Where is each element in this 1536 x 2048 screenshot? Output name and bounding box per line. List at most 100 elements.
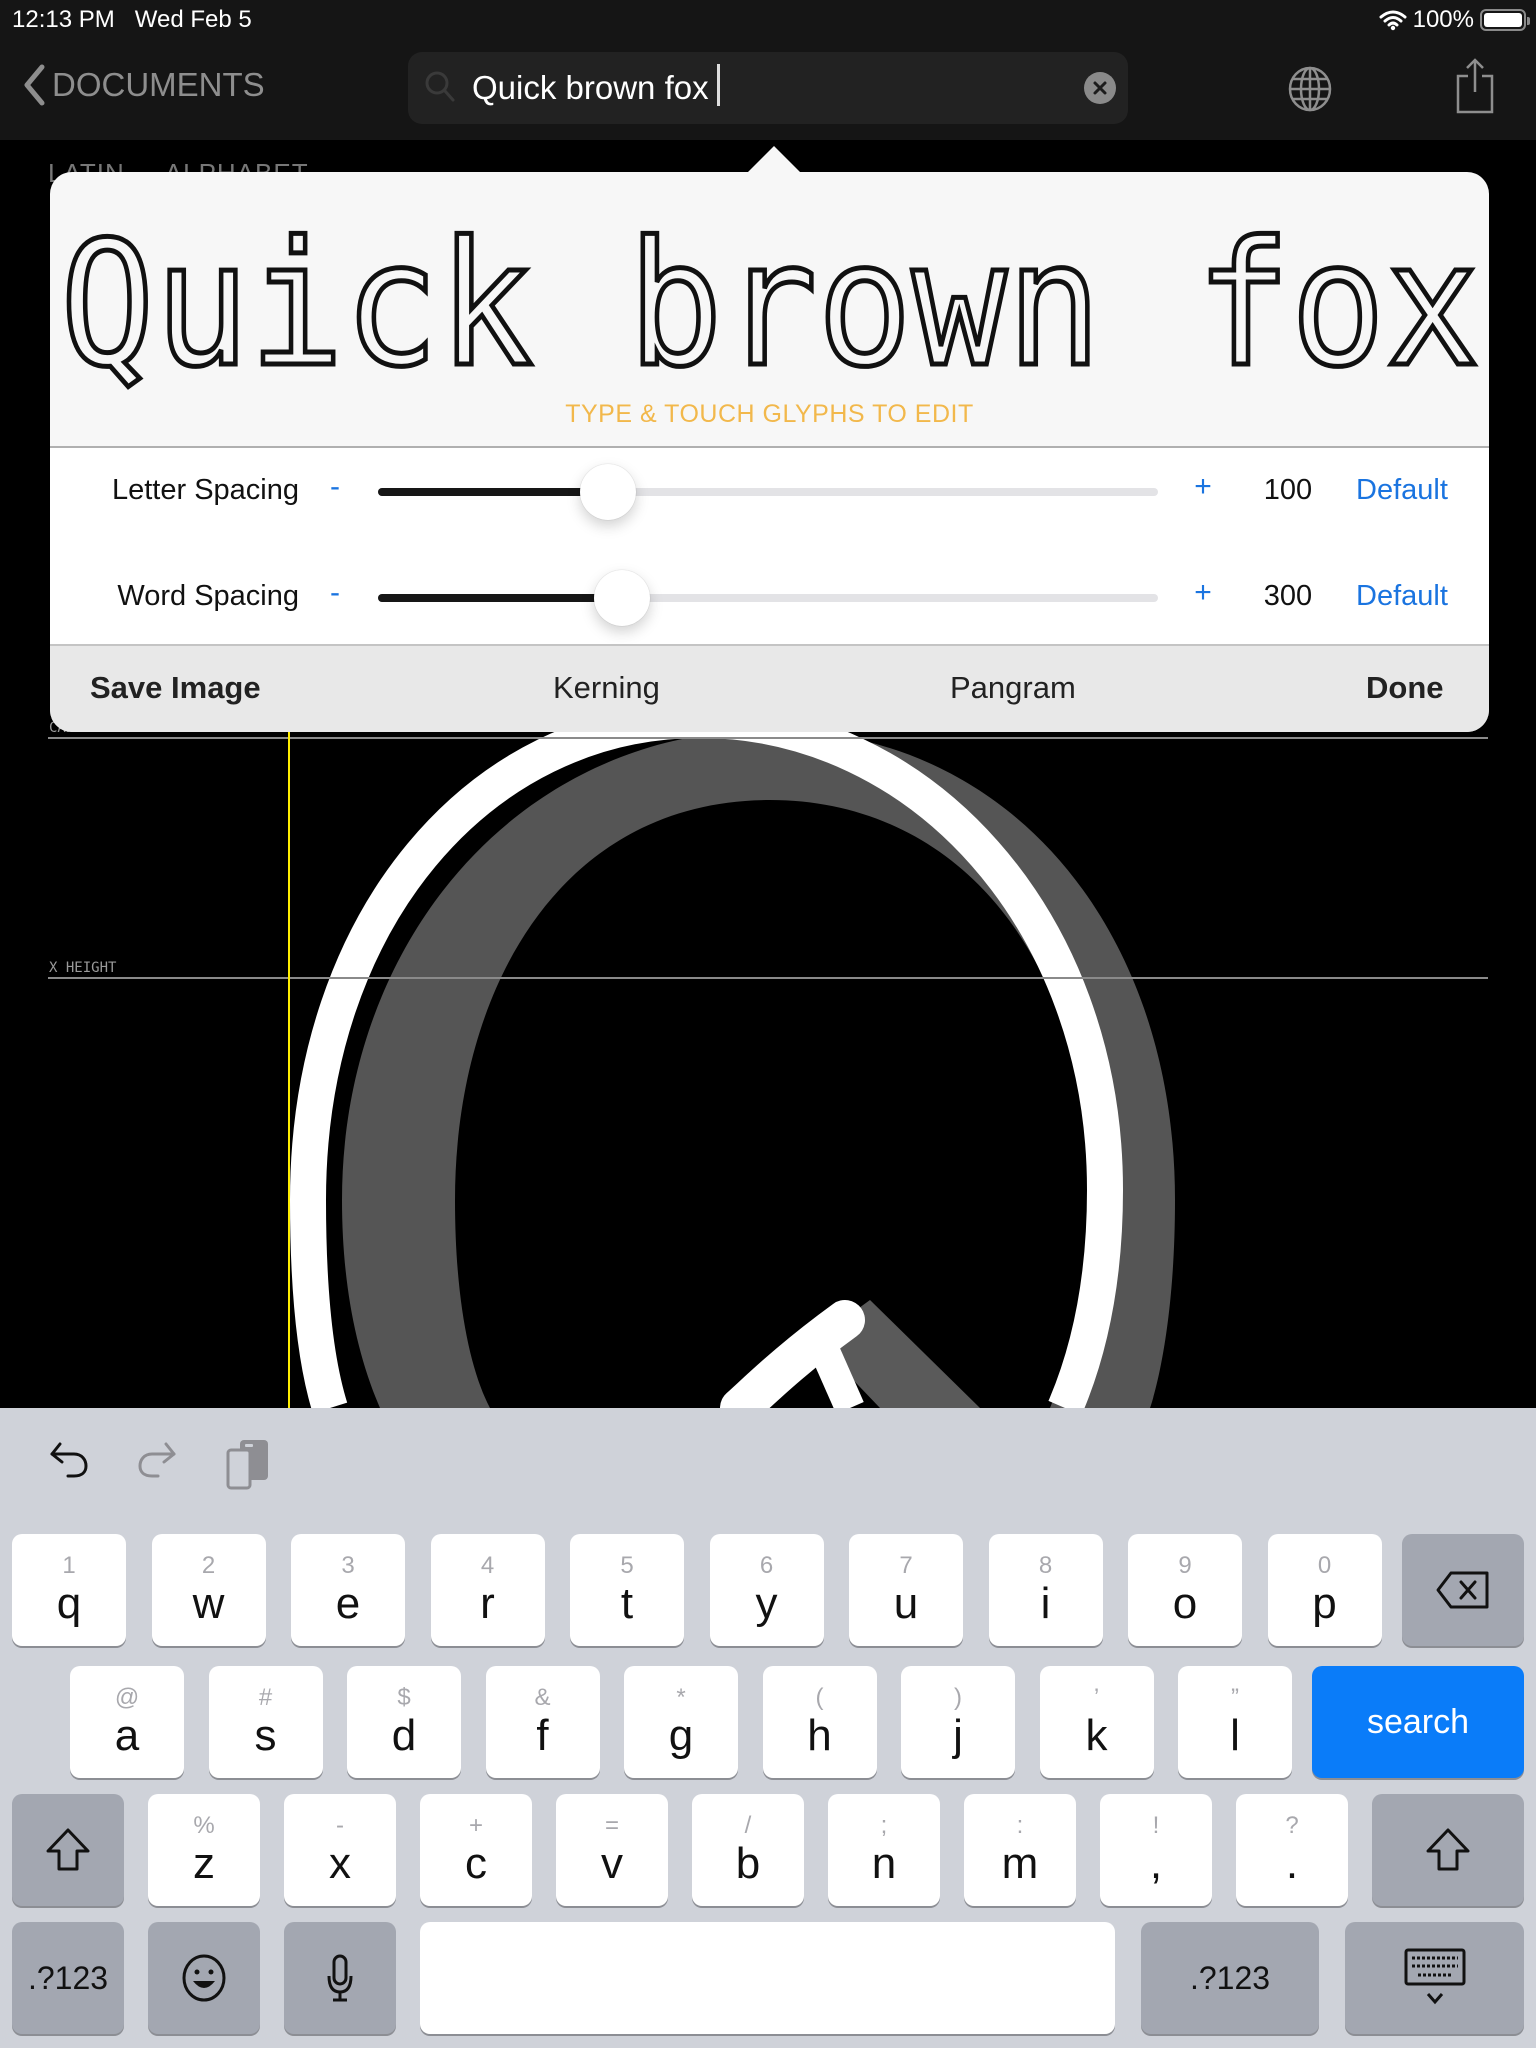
back-button[interactable]: DOCUMENTS: [22, 64, 265, 106]
search-field[interactable]: [408, 52, 1128, 124]
key-p[interactable]: 0p: [1267, 1534, 1382, 1646]
status-time: 12:13 PM Wed Feb 5: [12, 6, 252, 34]
key-z[interactable]: % z: [148, 1794, 260, 1906]
paste-icon: [226, 1440, 268, 1490]
key-label: e: [335, 1579, 361, 1628]
key-label: y: [755, 1579, 778, 1628]
preview-hint: TYPE & TOUCH GLYPHS TO EDIT: [565, 400, 974, 428]
key-c[interactable]: + c: [420, 1794, 532, 1906]
left-bearing-line[interactable]: [288, 720, 290, 1408]
key-label: w: [192, 1579, 225, 1628]
done-button[interactable]: Done: [1366, 670, 1444, 706]
status-right: 100%: [1379, 6, 1530, 34]
space-key[interactable]: [420, 1922, 1115, 2034]
key-period[interactable]: ?.: [1236, 1794, 1348, 1906]
shift-key-right[interactable]: [1372, 1794, 1524, 1906]
clear-icon: [1093, 81, 1107, 95]
key-label: f: [536, 1711, 549, 1760]
key-h[interactable]: (h: [762, 1666, 877, 1778]
share-button[interactable]: [1455, 58, 1495, 119]
letter-spacing-default-button[interactable]: Default: [1356, 474, 1448, 507]
key-alt-label: 7: [899, 1552, 913, 1579]
emoji-key[interactable]: [148, 1922, 260, 2034]
microphone-icon: [327, 1954, 353, 2002]
word-spacing-default-button[interactable]: Default: [1356, 580, 1448, 613]
on-screen-keyboard: 1 q 2 w 3 e 4 r 5 t 6 y 7 u 8 i 9 o 0 p @ a # s $ d & f * g(h) j’ k” l se…: [0, 1408, 1536, 2048]
key-alt-label: +: [468, 1812, 483, 1839]
key-n[interactable]: ; n: [828, 1794, 940, 1906]
delete-key[interactable]: [1402, 1534, 1524, 1646]
key-g[interactable]: * g: [624, 1666, 738, 1778]
key-f[interactable]: & f: [485, 1666, 600, 1778]
key-alt-label: (: [815, 1684, 824, 1711]
key-label: v: [601, 1839, 623, 1888]
letter-spacing-decrease-button[interactable]: -: [320, 470, 350, 504]
letter-spacing-slider[interactable]: [378, 464, 1158, 520]
key-y[interactable]: 6y: [709, 1534, 824, 1646]
key-label: .?123: [1189, 1959, 1271, 1996]
key-label: x: [329, 1839, 351, 1888]
redo-button[interactable]: [136, 1438, 178, 1487]
preview-text[interactable]: Quick brown fox: [50, 172, 1489, 408]
pangram-button[interactable]: Pangram: [950, 670, 1076, 706]
kerning-button[interactable]: Kerning: [553, 670, 660, 706]
word-spacing-increase-button[interactable]: +: [1188, 576, 1218, 610]
letter-spacing-increase-button[interactable]: +: [1188, 470, 1218, 504]
search-key[interactable]: search: [1312, 1666, 1524, 1778]
key-comma[interactable]: !,: [1100, 1794, 1212, 1906]
search-input[interactable]: [472, 62, 1032, 114]
key-v[interactable]: = v: [556, 1794, 668, 1906]
key-k[interactable]: ’ k: [1039, 1666, 1154, 1778]
hide-keyboard-key[interactable]: [1345, 1922, 1524, 2034]
key-d[interactable]: $ d: [347, 1666, 461, 1778]
key-label: l: [1230, 1711, 1240, 1760]
delete-icon: [1436, 1571, 1489, 1609]
key-alt-label: !: [1152, 1812, 1160, 1839]
dictation-key[interactable]: [284, 1922, 396, 2034]
key-s[interactable]: # s: [208, 1666, 323, 1778]
numbers-key-right[interactable]: .?123: [1141, 1922, 1319, 2034]
key-alt-label: 8: [1038, 1552, 1053, 1579]
key-q[interactable]: 1q: [12, 1534, 126, 1646]
time-text: 12:13 PM: [12, 6, 115, 33]
key-label: p: [1312, 1579, 1337, 1628]
save-image-button[interactable]: Save Image: [90, 670, 261, 706]
undo-button[interactable]: [48, 1438, 90, 1487]
key-e[interactable]: 3e: [291, 1534, 405, 1646]
key-i[interactable]: 8i: [988, 1534, 1103, 1646]
key-alt-label: 0: [1317, 1552, 1332, 1579]
globe-icon: [1288, 66, 1332, 112]
key-b[interactable]: / b: [692, 1794, 804, 1906]
key-l[interactable]: ” l: [1178, 1666, 1292, 1778]
shift-key-left[interactable]: [12, 1794, 124, 1906]
clear-search-button[interactable]: [1084, 72, 1116, 104]
word-spacing-slider[interactable]: [378, 570, 1158, 626]
key-label: g: [668, 1711, 694, 1760]
slider-thumb[interactable]: [580, 464, 637, 520]
key-label: k: [1085, 1711, 1108, 1760]
key-label: i: [1040, 1579, 1051, 1628]
key-alt-label: 6: [759, 1552, 774, 1579]
emoji-icon: [182, 1954, 226, 2002]
slider-thumb[interactable]: [594, 570, 651, 626]
x-height-label: X HEIGHT: [49, 960, 117, 976]
key-a[interactable]: @ a: [70, 1666, 184, 1778]
key-alt-label: #: [258, 1684, 273, 1711]
key-label: o: [1172, 1579, 1198, 1628]
key-m[interactable]: :m: [964, 1794, 1076, 1906]
key-j[interactable]: ) j: [901, 1666, 1015, 1778]
redo-icon: [138, 1442, 176, 1478]
paste-button[interactable]: [226, 1438, 270, 1495]
key-r[interactable]: 4r: [430, 1534, 545, 1646]
key-o[interactable]: 9o: [1128, 1534, 1242, 1646]
date-text: Wed Feb 5: [134, 6, 252, 33]
numbers-key-left[interactable]: .?123: [12, 1922, 124, 2034]
key-t[interactable]: 5t: [570, 1534, 684, 1646]
word-spacing-decrease-button[interactable]: -: [320, 576, 350, 610]
preview-area[interactable]: Quick brown fox TYPE & TOUCH GLYPHS TO E…: [50, 172, 1489, 446]
key-w[interactable]: 2w: [151, 1534, 266, 1646]
language-button[interactable]: [1287, 66, 1333, 117]
key-x[interactable]: -x: [284, 1794, 396, 1906]
key-u[interactable]: 7u: [849, 1534, 963, 1646]
key-alt-label: $: [397, 1684, 411, 1711]
